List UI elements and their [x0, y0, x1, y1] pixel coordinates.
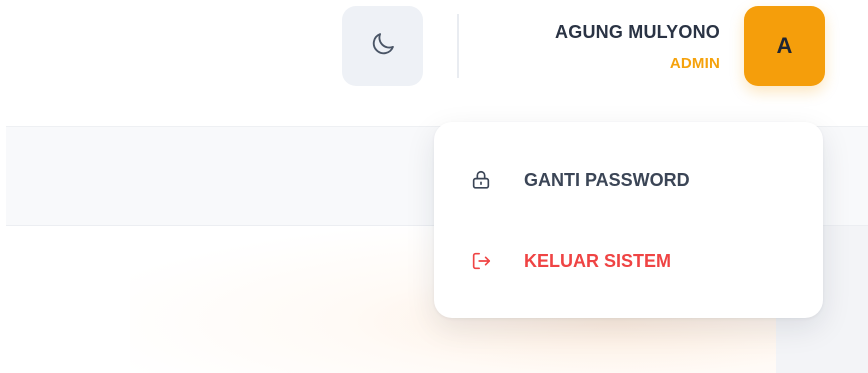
app-screen: AGUNG MULYONO ADMIN A GANTI PASSWORD KEL… [0, 0, 868, 373]
change-password-item[interactable]: GANTI PASSWORD [434, 153, 823, 207]
lock-icon [470, 169, 492, 191]
moon-icon [369, 30, 397, 63]
top-header: AGUNG MULYONO ADMIN A [0, 0, 868, 126]
logout-item[interactable]: KELUAR SISTEM [434, 234, 823, 288]
user-name: AGUNG MULYONO [555, 22, 720, 42]
user-role: ADMIN [669, 55, 720, 72]
logout-icon [470, 250, 492, 272]
user-dropdown-menu: GANTI PASSWORD KELUAR SISTEM [434, 122, 823, 318]
logout-label: KELUAR SISTEM [524, 250, 672, 271]
header-divider [457, 14, 459, 78]
avatar-button[interactable]: A [744, 6, 825, 86]
theme-toggle-button[interactable] [342, 6, 423, 86]
change-password-label: GANTI PASSWORD [524, 169, 690, 190]
